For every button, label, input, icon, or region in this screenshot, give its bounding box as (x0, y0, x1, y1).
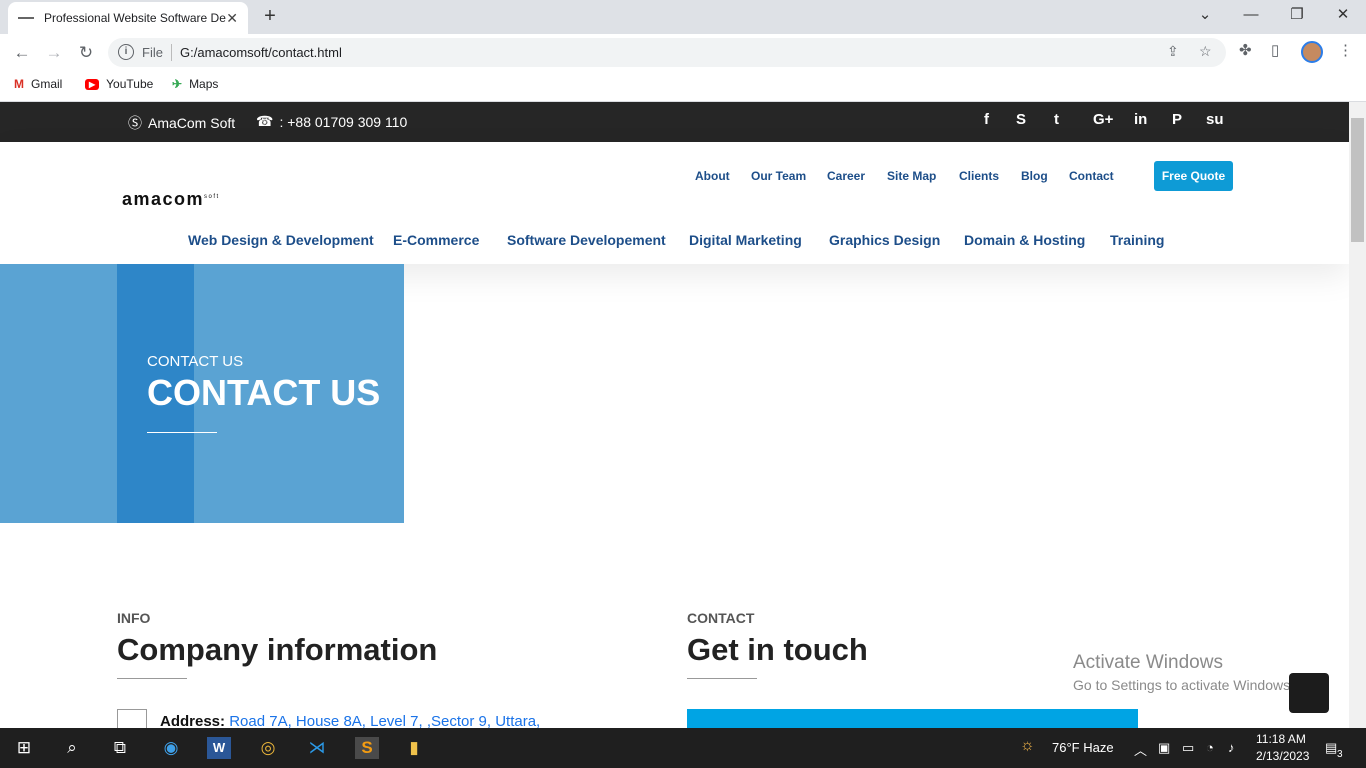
reload-button[interactable]: ↻ (73, 40, 99, 66)
vscode-icon[interactable]: ⋊ (305, 737, 329, 759)
browser-tab[interactable]: Professional Website Software De ✕ (8, 2, 248, 34)
bookmark-youtube[interactable]: ▶ YouTube (85, 77, 153, 91)
nav-blog[interactable]: Blog (1021, 169, 1048, 183)
url-text[interactable]: G:/amacomsoft/contact.html (180, 45, 342, 60)
nav-contact[interactable]: Contact (1069, 169, 1114, 183)
close-tab-icon[interactable]: ✕ (226, 10, 238, 27)
sublime-icon[interactable]: S (355, 737, 379, 759)
info-underline (117, 678, 187, 679)
bookmark-gmail[interactable]: M Gmail (14, 77, 62, 91)
weather-text[interactable]: 76°F Haze (1052, 740, 1114, 755)
nav-digital-marketing[interactable]: Digital Marketing (689, 232, 802, 248)
skype-icon: Ⓢ (128, 115, 142, 131)
top-contact-bar: Ⓢ AmaCom Soft ☎: +88 01709 309 110 f S t … (0, 102, 1349, 142)
meet-icon[interactable]: ▣ (1158, 740, 1170, 756)
word-icon[interactable]: W (207, 737, 231, 759)
address-image (117, 709, 147, 728)
back-button[interactable]: ← (9, 40, 35, 66)
nav-web-design[interactable]: Web Design & Development (188, 232, 374, 248)
twitter-icon[interactable]: t (1054, 111, 1059, 128)
chat-button[interactable] (1289, 673, 1329, 713)
share-icon[interactable]: ⇪ (1167, 43, 1179, 60)
side-panel-icon[interactable]: ▯ (1271, 41, 1279, 59)
maps-icon: ✈ (172, 77, 183, 91)
nav-career[interactable]: Career (827, 169, 865, 183)
hero-title: CONTACT US (147, 372, 381, 413)
favicon-icon (18, 17, 34, 19)
tab-title: Professional Website Software De (44, 11, 226, 25)
clock-date[interactable]: 2/13/2023 (1256, 749, 1309, 763)
address-bar[interactable]: i File G:/amacomsoft/contact.html ⇪ ☆ (108, 38, 1226, 67)
forward-button[interactable]: → (41, 40, 67, 66)
info-label: INFO (117, 610, 151, 626)
bookmark-maps[interactable]: ✈ Maps (172, 77, 218, 91)
contact-form-header (687, 709, 1138, 728)
wifi-icon[interactable]: ◔ (1206, 740, 1214, 755)
file-explorer-icon[interactable]: ▮ (402, 737, 426, 759)
tray-chevron-icon[interactable]: ︿ (1134, 740, 1147, 759)
pinterest-icon[interactable]: P (1172, 111, 1182, 128)
divider (171, 44, 172, 61)
site-header: amacomsoft About Our Team Career Site Ma… (0, 142, 1349, 264)
nav-clients[interactable]: Clients (959, 169, 999, 183)
phone-icon: ☎ (256, 113, 274, 129)
nav-ecommerce[interactable]: E-Commerce (393, 232, 479, 248)
battery-icon[interactable]: ▭ (1182, 740, 1194, 756)
page-viewport: Ⓢ AmaCom Soft ☎: +88 01709 309 110 f S t … (0, 102, 1349, 728)
get-in-touch-title: Get in touch (687, 632, 868, 667)
free-quote-button[interactable]: Free Quote (1154, 161, 1233, 191)
address-line: Address: Road 7A, House 8A, Level 7, ,Se… (160, 713, 541, 728)
task-view-icon[interactable]: ⧉ (108, 737, 132, 759)
facebook-icon[interactable]: f (984, 111, 989, 128)
notification-count: 3 (1337, 749, 1343, 760)
company-info-title: Company information (117, 632, 438, 667)
start-icon[interactable]: ⊞ (12, 737, 36, 759)
new-tab-button[interactable]: + (258, 5, 282, 29)
contact-label: CONTACT (687, 610, 755, 626)
tab-search-icon[interactable]: ⌄ (1182, 0, 1228, 34)
nav-training[interactable]: Training (1110, 232, 1164, 248)
google-plus-icon[interactable]: G+ (1093, 111, 1113, 128)
profile-avatar[interactable] (1301, 41, 1323, 63)
close-window-button[interactable]: ✕ (1320, 0, 1366, 34)
volume-icon[interactable]: ♪ (1228, 740, 1235, 755)
nav-site-map[interactable]: Site Map (887, 169, 936, 183)
clock-time[interactable]: 11:18 AM (1256, 732, 1306, 746)
chrome-icon[interactable]: ◎ (256, 737, 280, 759)
site-info-icon[interactable]: i (118, 44, 134, 60)
address-link[interactable]: Road 7A, House 8A, Level 7, ,Sector 9, U… (229, 713, 540, 728)
nav-about[interactable]: About (695, 169, 730, 183)
activate-windows-hint: Go to Settings to activate Windows. (1073, 677, 1294, 693)
restore-button[interactable]: ❐ (1274, 0, 1320, 34)
nav-domain-hosting[interactable]: Domain & Hosting (964, 232, 1085, 248)
minimize-button[interactable]: — (1228, 0, 1274, 34)
hero-subtitle: CONTACT US (147, 353, 244, 370)
skype-social-icon[interactable]: S (1016, 111, 1026, 128)
phone-contact[interactable]: ☎: +88 01709 309 110 (256, 113, 407, 130)
youtube-icon: ▶ (85, 78, 100, 90)
activate-windows-title: Activate Windows (1073, 652, 1223, 673)
weather-icon: ☼ (1020, 737, 1035, 754)
gmail-icon: M (14, 77, 24, 91)
search-icon[interactable]: ⌕ (60, 737, 84, 759)
linkedin-icon[interactable]: in (1134, 111, 1147, 128)
url-scheme: File (142, 45, 163, 60)
hero-banner: CONTACT US CONTACT US (0, 264, 404, 523)
stumbleupon-icon[interactable]: su (1206, 111, 1224, 128)
scrollbar-thumb[interactable] (1351, 118, 1364, 242)
site-logo[interactable]: amacomsoft (122, 189, 220, 210)
nav-our-team[interactable]: Our Team (751, 169, 806, 183)
edge-icon[interactable]: ◉ (159, 737, 183, 759)
bookmark-star-icon[interactable]: ☆ (1199, 43, 1212, 60)
nav-graphics-design[interactable]: Graphics Design (829, 232, 940, 248)
notification-icon[interactable]: ▤ (1325, 740, 1337, 756)
skype-contact[interactable]: Ⓢ AmaCom Soft (128, 113, 235, 133)
nav-software[interactable]: Software Developement (507, 232, 666, 248)
contact-underline (687, 678, 757, 679)
menu-icon[interactable]: ⋮ (1338, 41, 1353, 59)
windows-taskbar: ⊞ ⌕ ⧉ ◉ W ◎ ⋊ S ▮ ☼ 76°F Haze ︿ ▣ ▭ ◔ ♪ … (0, 728, 1366, 768)
extensions-icon[interactable]: ✤ (1239, 41, 1252, 59)
hero-underline (147, 432, 217, 433)
